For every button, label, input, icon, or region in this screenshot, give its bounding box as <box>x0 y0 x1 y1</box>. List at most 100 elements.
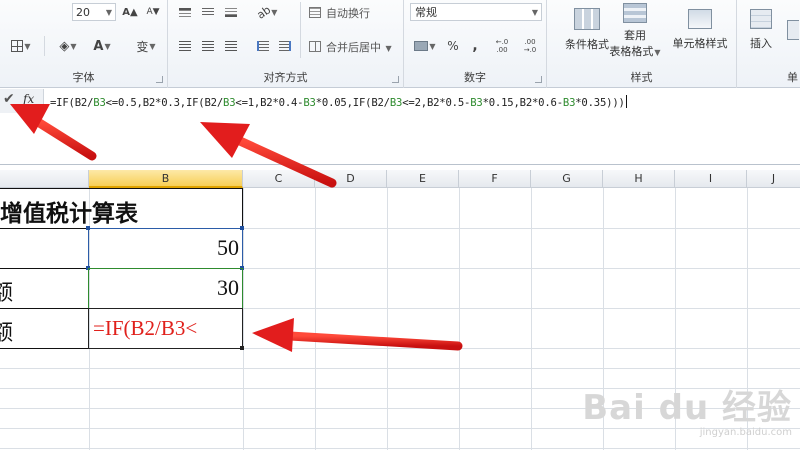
formula-text: <=1, <box>235 97 261 109</box>
grow-font-button[interactable]: A▲ <box>120 3 140 21</box>
format-table-label-1: 套用 <box>624 29 646 42</box>
formula-ref-b3: B3 <box>303 97 316 109</box>
merge-center-button[interactable]: 合并后居中 ▼ <box>326 39 392 55</box>
formula-text: B2*0.3,IF( <box>142 97 205 109</box>
formula-text: B2/ <box>74 97 94 109</box>
font-color-button[interactable]: A ▼ <box>88 36 116 56</box>
active-cell-b4[interactable] <box>88 308 243 349</box>
column-header-c[interactable]: C <box>243 170 315 188</box>
shrink-font-button[interactable]: A▼ <box>143 3 163 21</box>
fill-color-button[interactable]: ◈ ▼ <box>54 36 82 56</box>
font-size-select[interactable]: 20 ▼ <box>72 3 116 21</box>
align-center-button[interactable] <box>199 38 217 54</box>
divider <box>44 36 45 56</box>
confirm-check-icon[interactable]: ✔ <box>3 91 15 107</box>
decrease-decimal-button[interactable]: .00 →.0 <box>518 36 542 56</box>
increase-indent-button[interactable] <box>276 38 294 54</box>
format-table-label-2: 表格格式▼ <box>609 43 660 59</box>
text-angle-icon: ab <box>254 2 273 22</box>
orientation-button[interactable]: ab ▼ <box>254 2 280 22</box>
number-format-value: 常规 <box>415 6 437 19</box>
watermark: Bai du 经验 jingyan.baidu.com <box>582 380 792 438</box>
resize-handle[interactable] <box>86 226 90 230</box>
fill-handle[interactable] <box>240 346 244 350</box>
conditional-format-icon <box>574 8 600 30</box>
insert-button[interactable]: 插入 <box>741 0 781 60</box>
phonetic-icon: 变 <box>136 39 149 54</box>
formula-text: *0.05,IF( <box>315 97 372 109</box>
insert-function-button[interactable]: fx <box>23 92 34 106</box>
formula-ref-b3: B3 <box>389 97 403 109</box>
cell-styles-button[interactable]: 单元格样式 <box>667 0 733 60</box>
number-format-select[interactable]: 常规 ▼ <box>410 3 542 21</box>
watermark-logo: Bai du 经验 <box>582 388 792 428</box>
align-middle-button[interactable] <box>199 4 217 20</box>
format-as-table-button[interactable]: 套用 表格格式▼ <box>607 0 663 62</box>
align-left-icon <box>179 41 191 51</box>
dialog-launcher-icon[interactable] <box>535 76 542 83</box>
align-bottom-icon <box>225 7 237 17</box>
increase-decimal-button[interactable]: ←.0 .00 <box>490 36 514 56</box>
dialog-launcher-icon[interactable] <box>156 76 163 83</box>
column-header-d[interactable]: D <box>315 170 387 188</box>
percent-button[interactable]: % <box>444 37 462 55</box>
format-table-label-2-text: 表格格式 <box>609 45 654 58</box>
column-header-j[interactable]: J <box>747 170 800 188</box>
formula-text: B2/ <box>371 97 390 109</box>
currency-icon <box>414 41 429 51</box>
wrap-text-button[interactable]: 自动换行 <box>326 5 370 21</box>
align-left-button[interactable] <box>176 38 194 54</box>
delete-button[interactable] <box>783 0 800 60</box>
chevron-down-icon: ▼ <box>531 7 538 17</box>
column-header-f[interactable]: F <box>459 170 531 188</box>
align-center-icon <box>202 41 214 51</box>
merge-icon-box <box>307 38 323 54</box>
formula-text: <=0.5, <box>105 97 143 109</box>
chevron-down-icon: ▼ <box>24 41 31 51</box>
dialog-launcher-icon[interactable] <box>392 76 399 83</box>
chevron-down-icon: ▼ <box>429 41 436 51</box>
outdent-icon <box>257 41 269 51</box>
merge-center-label: 合并后居中 <box>326 41 381 54</box>
resize-handle[interactable] <box>240 226 244 230</box>
align-bottom-button[interactable] <box>222 4 240 20</box>
borders-button[interactable]: ▼ <box>8 36 34 56</box>
chevron-down-icon: ▼ <box>385 44 392 53</box>
border-grid-icon <box>11 40 24 52</box>
column-header-i[interactable]: I <box>675 170 747 188</box>
formula-ref-b3: B3 <box>562 97 576 109</box>
font-color-icon: A <box>93 38 104 54</box>
alignment-group-label: 对齐方式 <box>263 71 308 84</box>
phonetic-button[interactable]: 变 ▼ <box>128 36 164 56</box>
insert-label: 插入 <box>750 37 772 50</box>
decrease-indent-button[interactable] <box>254 38 272 54</box>
column-header-e[interactable]: E <box>387 170 459 188</box>
wrap-text-icon <box>309 6 321 18</box>
gridline <box>0 368 800 369</box>
insert-cells-icon <box>750 9 772 29</box>
align-top-button[interactable] <box>176 4 194 20</box>
cell-a3[interactable]: 额 <box>0 275 13 307</box>
number-group: 常规 ▼ ▼ % , ←.0 .00 .00 →.0 数字 <box>404 0 547 88</box>
divider <box>300 2 301 58</box>
formula-input[interactable]: =IF(B2/B3<=0.5,B2*0.3,IF(B2/B3<=1,B2*0.4… <box>50 95 627 109</box>
formula-text: =IF( <box>50 97 75 109</box>
accounting-format-button[interactable]: ▼ <box>410 37 440 55</box>
comma-button[interactable]: , <box>466 37 484 55</box>
sheet-title-cell[interactable]: 增值税计算表 <box>0 194 138 228</box>
align-right-button[interactable] <box>222 38 240 54</box>
shrink-font-icon: A▼ <box>146 7 160 17</box>
column-header-b[interactable]: B <box>89 170 243 188</box>
formula-text: B2*0.6- <box>519 97 563 109</box>
column-header-g[interactable]: G <box>531 170 603 188</box>
font-group: 20 ▼ A▲ A▼ ▼ ◈ ▼ A ▼ 变 ▼ 字体 <box>0 0 168 88</box>
arrow-to-cell-b4 <box>252 318 463 352</box>
cell-a4[interactable]: 额 <box>0 315 13 347</box>
chevron-down-icon: ▼ <box>105 7 112 17</box>
formula-text: B2*0.5- <box>426 97 471 109</box>
column-header-a[interactable] <box>0 170 89 188</box>
paint-bucket-icon: ◈ <box>59 38 70 54</box>
column-header-h[interactable]: H <box>603 170 675 188</box>
excel-window: 20 ▼ A▲ A▼ ▼ ◈ ▼ A ▼ 变 ▼ 字体 ab ▼ 自动换行 合并… <box>0 0 800 450</box>
formula-buttons: ✔ fx <box>0 89 44 113</box>
